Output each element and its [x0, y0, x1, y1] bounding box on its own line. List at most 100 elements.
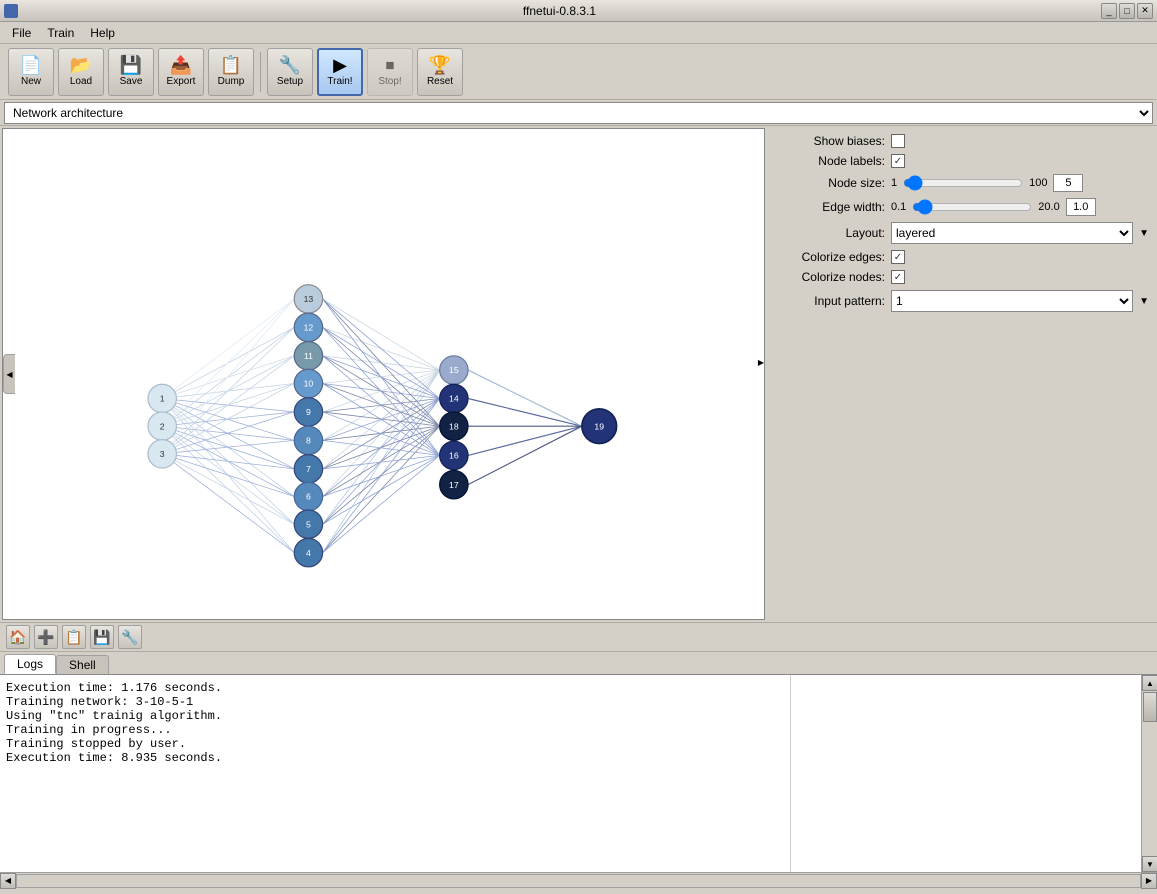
menu-file[interactable]: File — [4, 24, 39, 42]
h-scrollbar-left-button[interactable]: ◀ — [0, 873, 16, 889]
svg-text:13: 13 — [304, 294, 314, 304]
tools-icon: 🔧 — [121, 629, 138, 646]
new-label: New — [21, 76, 41, 87]
colorize-edges-checkbox[interactable] — [891, 250, 905, 264]
edge-width-slider[interactable] — [912, 200, 1032, 214]
train-button[interactable]: ▶ Train! — [317, 48, 363, 96]
edges-layer0-layer1 — [162, 299, 294, 553]
minimize-button[interactable]: _ — [1101, 3, 1117, 19]
save-label: Save — [120, 76, 143, 87]
list-button[interactable]: 📋 — [62, 625, 86, 649]
edge-width-value[interactable] — [1066, 198, 1096, 216]
dump-icon: 📋 — [220, 56, 242, 74]
stop-icon: ⏹ — [386, 56, 395, 74]
add-button[interactable]: ➕ — [34, 625, 58, 649]
svg-text:8: 8 — [306, 436, 311, 446]
scrollbar-down-button[interactable]: ▼ — [1142, 856, 1157, 872]
input-pattern-row: Input pattern: 1 2 3 ▼ — [775, 290, 1149, 312]
node-size-min: 1 — [891, 177, 897, 189]
svg-text:10: 10 — [304, 379, 314, 389]
input-pattern-label: Input pattern: — [775, 294, 885, 308]
colorize-edges-label: Colorize edges: — [775, 250, 885, 264]
layer3-nodes: 19 — [582, 409, 617, 444]
save-bottom-button[interactable]: 💾 — [90, 625, 114, 649]
node-size-value[interactable] — [1053, 174, 1083, 192]
edges-layer2-layer3 — [468, 370, 582, 485]
svg-text:6: 6 — [306, 492, 311, 502]
collapse-panel-button[interactable]: ◀ — [3, 354, 15, 394]
bottom-toolbar: 🏠 ➕ 📋 💾 🔧 — [0, 622, 1157, 652]
log-right-pane — [791, 675, 1141, 872]
export-label: Export — [167, 76, 196, 87]
h-scrollbar-track — [16, 874, 1141, 888]
toolbar-separator — [260, 52, 261, 92]
colorize-nodes-row: Colorize nodes: — [775, 270, 1149, 284]
layer2-nodes: 15 14 18 16 17 — [440, 356, 468, 499]
menubar: File Train Help — [0, 22, 1157, 44]
show-biases-checkbox[interactable] — [891, 134, 905, 148]
titlebar-icon — [4, 4, 18, 18]
titlebar-controls: _ □ ✕ — [1101, 3, 1153, 19]
node-labels-label: Node labels: — [775, 154, 885, 168]
list-icon: 📋 — [65, 629, 82, 646]
edge-width-min: 0.1 — [891, 201, 906, 213]
new-icon: 📄 — [20, 56, 42, 74]
node-size-slider[interactable] — [903, 176, 1023, 190]
node-size-max: 100 — [1029, 177, 1047, 189]
svg-text:18: 18 — [449, 421, 459, 431]
setup-label: Setup — [277, 76, 303, 87]
tools-button[interactable]: 🔧 — [118, 625, 142, 649]
svg-text:5: 5 — [306, 519, 311, 529]
menu-train[interactable]: Train — [39, 24, 82, 42]
colorize-nodes-checkbox[interactable] — [891, 270, 905, 284]
dump-button[interactable]: 📋 Dump — [208, 48, 254, 96]
menu-help[interactable]: Help — [82, 24, 123, 42]
home-button[interactable]: 🏠 — [6, 625, 30, 649]
scrollbar-up-button[interactable]: ▲ — [1142, 675, 1157, 691]
reset-icon: 🏆 — [429, 56, 451, 74]
log-scrollbar[interactable]: ▲ ▼ — [1141, 675, 1157, 872]
log-text: Execution time: 1.176 seconds. Training … — [0, 675, 791, 872]
layout-dropdown-arrow: ▼ — [1139, 228, 1149, 239]
input-pattern-select[interactable]: 1 2 3 — [891, 290, 1133, 312]
load-button[interactable]: 📂 Load — [58, 48, 104, 96]
save-button[interactable]: 💾 Save — [108, 48, 154, 96]
h-scrollbar-right-button[interactable]: ▶ — [1141, 873, 1157, 889]
colorize-nodes-label: Colorize nodes: — [775, 270, 885, 284]
tab-logs[interactable]: Logs — [4, 654, 56, 674]
svg-text:14: 14 — [449, 394, 459, 404]
train-icon: ▶ — [333, 56, 347, 74]
save-bottom-icon: 💾 — [93, 629, 110, 646]
view-dropdown[interactable]: Network architecture Training Error — [4, 102, 1153, 124]
node-labels-checkbox[interactable] — [891, 154, 905, 168]
expand-arrow[interactable]: ▶ — [758, 354, 764, 368]
edge-width-label: Edge width: — [775, 200, 885, 214]
input-pattern-dropdown-arrow: ▼ — [1139, 296, 1149, 307]
svg-text:7: 7 — [306, 464, 311, 474]
home-icon: 🏠 — [9, 629, 26, 646]
svg-text:12: 12 — [304, 323, 314, 333]
collapse-arrow-icon: ◀ — [6, 370, 12, 379]
layer1-nodes: 13 12 11 10 9 8 7 6 5 4 — [294, 285, 322, 567]
maximize-button[interactable]: □ — [1119, 3, 1135, 19]
svg-text:1: 1 — [160, 394, 165, 404]
reset-button[interactable]: 🏆 Reset — [417, 48, 463, 96]
load-label: Load — [70, 76, 92, 87]
main-area: 13 12 11 10 9 8 7 6 5 4 — [0, 126, 1157, 622]
svg-text:9: 9 — [306, 407, 311, 417]
export-button[interactable]: 📤 Export — [158, 48, 204, 96]
stop-button[interactable]: ⏹ Stop! — [367, 48, 413, 96]
load-icon: 📂 — [70, 56, 92, 74]
svg-text:2: 2 — [160, 421, 165, 431]
svg-text:19: 19 — [594, 421, 604, 431]
new-button[interactable]: 📄 New — [8, 48, 54, 96]
setup-button[interactable]: 🔧 Setup — [267, 48, 313, 96]
svg-text:4: 4 — [306, 548, 311, 558]
tab-shell[interactable]: Shell — [56, 655, 109, 674]
log-area: Execution time: 1.176 seconds. Training … — [0, 674, 1157, 872]
svg-text:3: 3 — [160, 449, 165, 459]
scrollbar-thumb[interactable] — [1143, 692, 1157, 722]
layout-select[interactable]: layered spring circular — [891, 222, 1133, 244]
save-icon: 💾 — [120, 56, 142, 74]
close-button[interactable]: ✕ — [1137, 3, 1153, 19]
